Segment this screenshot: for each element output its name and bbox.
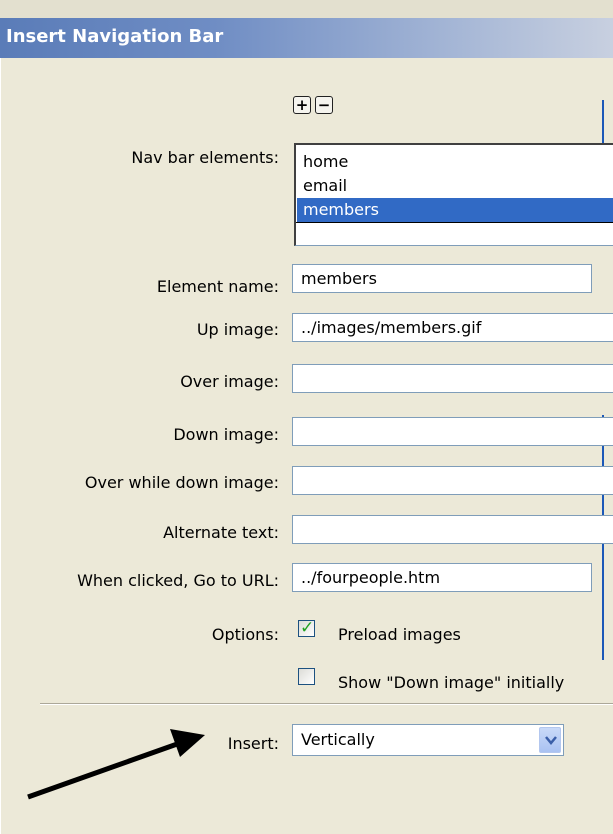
arrow-icon (27, 729, 205, 800)
